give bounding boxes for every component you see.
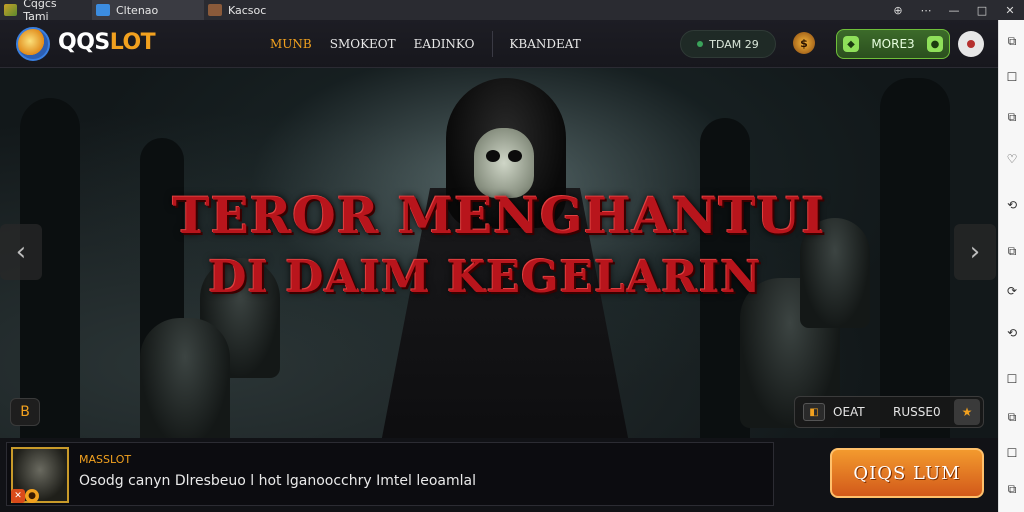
news-ticker[interactable]: ✕ ● MASSLOT Osodg canyn Dlresbeuo l hot … [6,442,774,506]
nav-divider [492,31,494,57]
close-button[interactable]: ✕ [996,0,1024,20]
hot-badge-icon: ✕ [11,489,25,503]
rail-icon[interactable]: ☐ [1003,370,1021,388]
hero-banner[interactable]: TEROR MENGHANTUI DI DAIM KEGELARIN ‹ › B… [0,68,998,438]
minimize-button[interactable]: — [940,0,968,20]
bottom-bar: ✕ ● MASSLOT Osodg canyn Dlresbeuo l hot … [0,438,998,512]
rail-icon[interactable]: ⟲ [1003,196,1021,214]
pill-label-1: OEAT [833,405,865,419]
rail-icon[interactable]: ⧉ [1003,408,1021,426]
ticker-title: MASSLOT [79,453,132,466]
brand-logo-icon[interactable] [16,27,50,61]
side-rail: ⧉ ☐ ⧉ ♡ ⟲ ⧉ ⟳ ⟲ ☐ ⧉ ☐ ⧉ [998,20,1024,512]
coin-badge-icon: ● [25,489,39,503]
rail-icon[interactable]: ☐ [1003,444,1021,462]
carousel-prev-button[interactable]: ‹ [0,224,42,280]
nav-item-home[interactable]: MUNB [270,37,312,51]
hero-title-line1: TEROR MENGHANTUI [172,186,826,245]
browser-tab-3[interactable]: Kacsoc [204,0,320,20]
window-controls: ⊕ ⋯ — □ ✕ [884,0,1024,20]
rail-icon[interactable]: ⟳ [1003,282,1021,300]
brand-wordmark[interactable]: QQSLOT [58,30,156,55]
wallet-icon: ◆ [843,36,859,52]
ghoul-illustration [140,318,230,438]
maximize-button[interactable]: □ [968,0,996,20]
status-dot-icon [697,41,704,47]
pill-label-2: RUSSE0 [893,405,941,419]
ticker-text: Osodg canyn Dlresbeuo l hot lganoocchry … [79,473,476,489]
nav-item-casino[interactable]: EADINKO [414,37,475,51]
rail-icon[interactable]: ⧉ [1003,32,1021,50]
brand-accent-text: LOT [109,30,156,55]
browser-tab-1[interactable]: Cqgcs Tami [0,0,92,23]
ticker-thumbnail: ✕ ● [11,447,69,503]
rail-icon[interactable]: ♡ [1003,150,1021,168]
more-label: MORE3 [871,37,915,51]
cta-button[interactable]: QIQS LUM [830,448,984,498]
leaf-favicon-icon [4,4,18,16]
game-favicon-icon [208,4,222,16]
rail-icon[interactable]: ⟲ [1003,324,1021,342]
avatar-dot-icon [967,40,975,48]
rail-icon[interactable]: ⧉ [1003,108,1021,126]
hero-title-line2: DI DAIM KEGELARIN [208,252,762,303]
timer-label: TDAM 29 [709,37,759,51]
main-nav: MUNB SMOKEOT EADINKO KBANDEAT [270,20,599,68]
more-options-icon[interactable]: ⋯ [912,0,940,20]
bookmark-button[interactable]: B [10,398,40,426]
app-window: Cqgcs Tami Cltenao Kacsoc ⊕ ⋯ — □ ✕ QQSL… [0,0,1024,512]
carousel-next-button[interactable]: › [954,224,996,280]
browser-tab-2[interactable]: Cltenao [92,0,204,20]
brand-main-text: QQS [58,30,110,55]
rail-icon[interactable]: ☐ [1003,68,1021,86]
nav-item-promo[interactable]: KBANDEAT [509,37,580,51]
coin-icon[interactable]: $ [793,32,815,54]
game-icon: ◧ [803,403,825,421]
browser-tab-strip: Cqgcs Tami Cltenao Kacsoc ⊕ ⋯ — □ ✕ [0,0,1024,23]
timer-badge: TDAM 29 [680,30,776,58]
rail-icon[interactable]: ⧉ [1003,480,1021,498]
avatar[interactable] [958,31,984,57]
star-icon[interactable]: ★ [954,399,980,425]
more-button[interactable]: ◆ MORE3 ● [836,29,950,59]
rail-icon[interactable]: ⧉ [1003,242,1021,260]
toggle-icon: ● [926,36,943,52]
cloud-favicon-icon [96,4,110,16]
nav-item-slot[interactable]: SMOKEOT [330,37,396,51]
tab-label: Cltenao [116,3,159,17]
extension-icon[interactable]: ⊕ [884,0,912,20]
hero-info-pill[interactable]: ◧ OEAT RUSSE0 ★ [794,396,984,428]
tab-label: Kacsoc [228,3,267,17]
